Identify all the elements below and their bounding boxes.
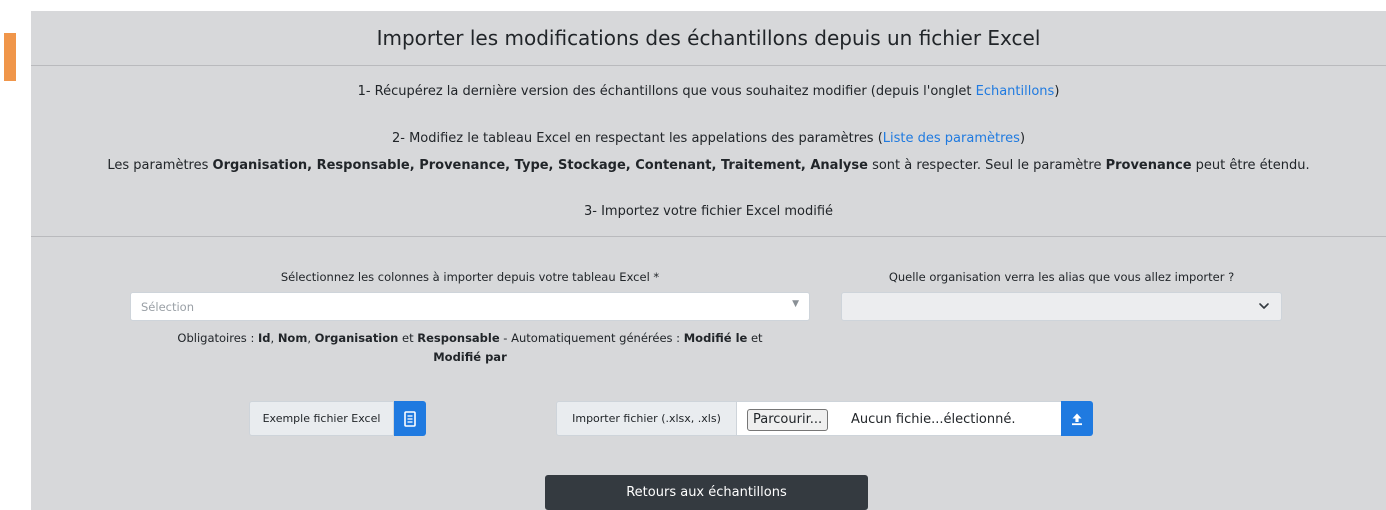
file-input[interactable]: Parcourir... Aucun fichie...électionné.	[737, 401, 1061, 436]
accent-bar	[4, 33, 16, 81]
panel-header: Importer les modifications des échantill…	[31, 11, 1386, 66]
example-file-label: Exemple fichier Excel	[249, 401, 394, 436]
step-3: 3- Importez votre fichier Excel modifié	[583, 204, 834, 219]
upload-icon	[1072, 413, 1082, 425]
upload-button[interactable]	[1061, 401, 1093, 436]
step-1: 1- Récupérez la dernière version des éch…	[357, 84, 1060, 99]
columns-label: Sélectionnez les colonnes à importer dep…	[280, 270, 660, 284]
instructions: 1- Récupérez la dernière version des éch…	[31, 66, 1386, 237]
back-to-samples-button[interactable]: Retours aux échantillons	[545, 475, 868, 510]
required-columns-note: Obligatoires : Id, Nom, Organisation et …	[177, 331, 763, 364]
import-form: Sélectionnez les colonnes à importer dep…	[31, 238, 1386, 510]
caret-down-icon: ▼	[792, 299, 799, 309]
step-2: 2- Modifiez le tableau Excel en respecta…	[391, 131, 1026, 146]
columns-placeholder: Sélection	[141, 300, 194, 314]
example-file-button[interactable]	[394, 401, 426, 436]
browse-button[interactable]: Parcourir...	[747, 409, 829, 431]
parameters-rule: Les paramètres Organisation, Responsable…	[107, 158, 1310, 173]
import-panel: Importer les modifications des échantill…	[31, 11, 1386, 510]
chevron-down-icon	[1259, 303, 1269, 309]
organisation-select[interactable]	[841, 292, 1282, 321]
echantillons-link[interactable]: Echantillons	[976, 84, 1055, 99]
organisation-label: Quelle organisation verra les alias que …	[888, 270, 1235, 284]
document-icon	[404, 410, 416, 427]
parameters-list-link[interactable]: Liste des paramètres	[883, 131, 1020, 146]
file-name: Aucun fichie...électionné.	[851, 412, 1016, 427]
import-file-label: Importer fichier (.xlsx, .xls)	[556, 401, 737, 436]
page-title: Importer les modifications des échantill…	[376, 26, 1041, 50]
columns-select[interactable]: Sélection ▼	[130, 292, 810, 321]
